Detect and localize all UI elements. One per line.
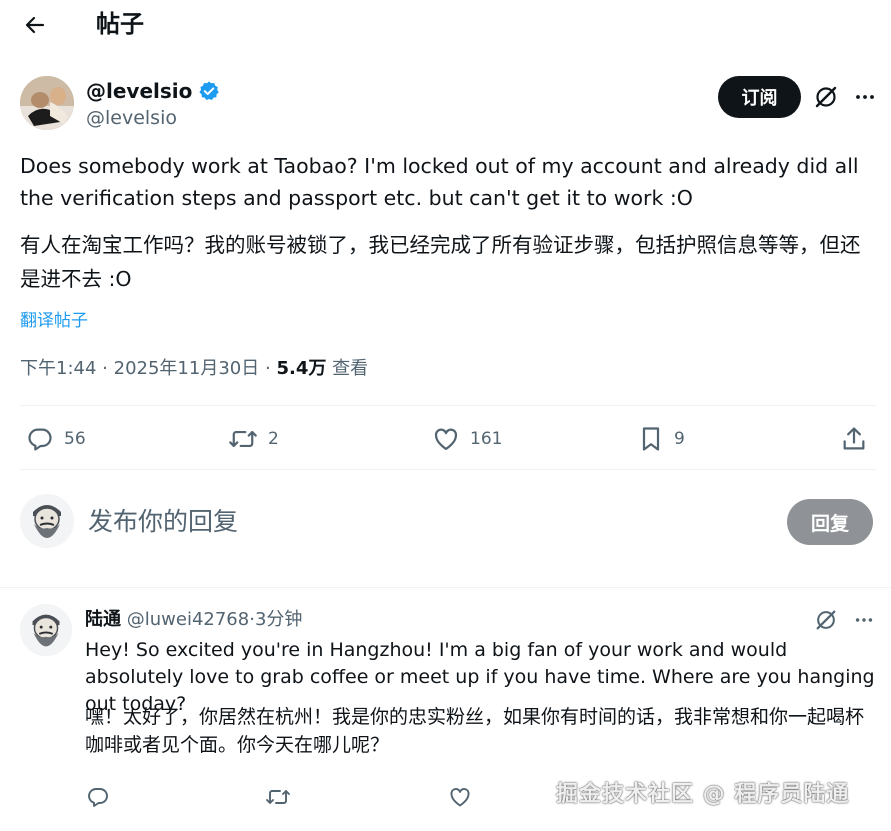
- repost-action[interactable]: 2: [228, 421, 279, 457]
- translate-post-link[interactable]: 翻译帖子: [20, 309, 88, 333]
- reply-text-chinese: 嘿！太好了，你居然在杭州！我是你的忠实粉丝，如果你有时间的话，我非常想和你一起喝…: [85, 706, 865, 756]
- reply-like-action[interactable]: [445, 782, 475, 812]
- bookmark-action[interactable]: 9: [638, 421, 685, 457]
- post-metadata: 下午1:44 · 2025年11月30日 · 5.4万 查看: [20, 356, 368, 382]
- reply-compose-input[interactable]: 发布你的回复: [88, 503, 688, 541]
- like-icon: [434, 428, 458, 451]
- back-arrow-icon: [25, 16, 45, 34]
- grok-icon: [816, 610, 836, 630]
- reply-time[interactable]: 3分钟: [255, 609, 302, 630]
- grok-button[interactable]: [811, 82, 841, 112]
- subscribe-button[interactable]: 订阅: [718, 76, 801, 118]
- views-label: 查看: [332, 358, 369, 379]
- reply-repost-action[interactable]: [263, 782, 293, 812]
- like-action[interactable]: 161: [432, 421, 502, 457]
- bookmark-count: 9: [674, 429, 685, 449]
- reply-icon: [88, 788, 108, 807]
- watermark: 掘金技术社区 @ 程序员陆通: [556, 782, 850, 807]
- more-icon: [856, 95, 874, 99]
- page-title: 帖子: [96, 10, 144, 38]
- view-count: 5.4万: [276, 358, 327, 379]
- divider: [20, 405, 876, 406]
- like-count: 161: [470, 429, 503, 449]
- top-bar: 帖子: [0, 0, 891, 50]
- reply-action[interactable]: 56: [26, 421, 86, 457]
- more-button[interactable]: [850, 82, 880, 112]
- post-date[interactable]: 2025年11月30日: [114, 358, 260, 379]
- reply-author-name[interactable]: 陆通: [85, 609, 121, 630]
- reply-count: 56: [64, 429, 86, 449]
- post-time[interactable]: 下午1:44: [20, 358, 96, 379]
- reply-author-avatar[interactable]: [20, 604, 72, 656]
- current-user-avatar[interactable]: [20, 494, 74, 548]
- repost-count: 2: [268, 429, 279, 449]
- back-button[interactable]: [18, 8, 52, 42]
- like-icon: [450, 788, 470, 807]
- post-text-chinese: 有人在淘宝工作吗？我的账号被锁了，我已经完成了所有验证步骤，包括护照信息等等，但…: [20, 233, 861, 291]
- bookmark-icon: [642, 427, 660, 451]
- meta-separator: ·: [264, 358, 271, 379]
- reply-grok-button[interactable]: [812, 606, 840, 634]
- share-icon: [843, 427, 865, 450]
- reply-submit-button[interactable]: 回复: [787, 499, 873, 545]
- reply-header: 陆通 @luwei42768·3分钟: [85, 607, 302, 633]
- author-avatar[interactable]: [20, 76, 74, 130]
- repost-icon: [266, 790, 290, 804]
- divider: [0, 587, 891, 588]
- verified-badge-icon: [199, 81, 220, 100]
- reply-icon: [28, 428, 52, 451]
- reply-more-button[interactable]: [850, 606, 878, 634]
- author-name-text: @levelsio: [86, 79, 193, 103]
- author-name[interactable]: @levelsio: [86, 78, 220, 104]
- meta-separator: ·: [102, 358, 108, 379]
- reply-reply-action[interactable]: [83, 782, 113, 812]
- divider: [20, 469, 876, 470]
- share-action[interactable]: [840, 421, 868, 457]
- post-text-english: Does somebody work at Taobao? I'm locked…: [20, 154, 859, 210]
- reply-author-handle[interactable]: @luwei42768: [127, 609, 249, 630]
- grok-icon: [815, 86, 837, 108]
- more-icon: [855, 618, 873, 622]
- repost-icon: [229, 430, 257, 448]
- author-handle[interactable]: @levelsio: [86, 106, 177, 130]
